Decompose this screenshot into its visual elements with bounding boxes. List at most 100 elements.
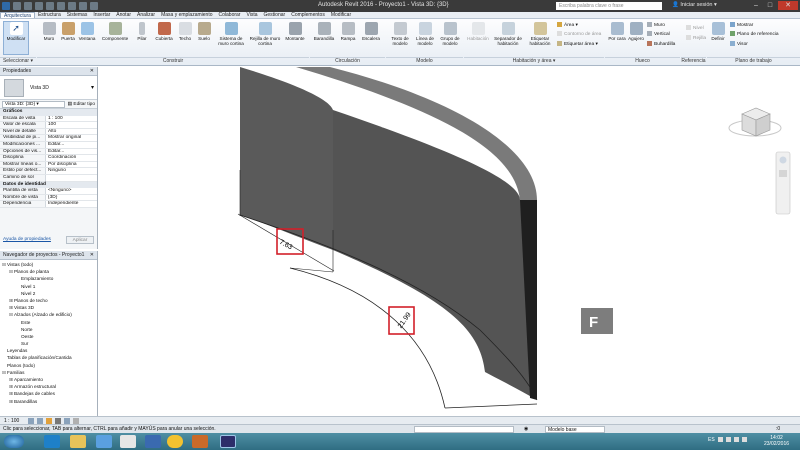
close-icon[interactable]: ✕ [90, 251, 94, 260]
type-selector[interactable]: Vista 3D ▾ [0, 76, 97, 100]
clock[interactable]: 14:02 23/02/2016 [764, 435, 789, 447]
column-button[interactable]: Pilar [134, 22, 150, 41]
property-value[interactable]: Ninguno [45, 168, 97, 174]
flag-icon[interactable] [726, 437, 731, 442]
maximize-button[interactable]: □ [764, 1, 776, 10]
instance-selector[interactable]: Vista 3D: {3D} ▾ [2, 100, 65, 108]
browser-node[interactable]: Oeste [2, 333, 95, 340]
modify-button[interactable]: ➚ Modificar [3, 21, 29, 55]
property-value[interactable]: Mostrar original [45, 135, 97, 141]
network-icon[interactable] [734, 437, 739, 442]
curtain-grid-button[interactable]: Rejilla de muro cortina [249, 22, 281, 46]
browser-node[interactable]: Sur [2, 340, 95, 347]
tab-colaborar[interactable]: Colaborar [216, 12, 244, 18]
grid-button[interactable]: Rejilla [686, 35, 706, 41]
chrome-icon[interactable] [167, 435, 183, 448]
roof-button[interactable]: Cubierta [153, 22, 175, 41]
login-button[interactable]: 👤 Iniciar sesión ▾ [672, 2, 717, 8]
wall-opening-button[interactable]: Muro [647, 22, 665, 28]
undo-icon[interactable] [35, 2, 43, 10]
zoom-icon[interactable] [779, 170, 787, 177]
3d-view-canvas[interactable]: 7.63 21.99 F [99, 67, 800, 416]
3d-view-icon[interactable] [90, 2, 98, 10]
browser-node[interactable]: Emplazamiento [2, 275, 95, 282]
ramp-button[interactable]: Rampa [338, 22, 358, 41]
browser-node[interactable]: ⊞Armazón estructural [2, 383, 95, 390]
player-icon[interactable] [120, 435, 136, 448]
by-face-button[interactable]: Por cara [608, 22, 626, 41]
area-button[interactable]: Área ▾ [557, 22, 578, 28]
app-menu-icon[interactable] [2, 2, 10, 10]
start-button[interactable] [4, 435, 24, 448]
tag-room-button[interactable]: Etiquetar habitación [525, 22, 555, 46]
browser-node[interactable]: Norte [2, 326, 95, 333]
print-icon[interactable] [57, 2, 65, 10]
browser-node[interactable]: ⊞Planos de techo [2, 297, 95, 304]
volume-icon[interactable] [742, 437, 747, 442]
revit-taskbar-icon[interactable] [220, 435, 236, 448]
tab-estructura[interactable]: Estructura [35, 12, 64, 18]
property-value[interactable]: 1 : 100 [45, 115, 97, 122]
save-icon[interactable] [24, 2, 32, 10]
tab-gestionar[interactable]: Gestionar [261, 12, 289, 18]
shaft-button[interactable]: Agujero [626, 22, 646, 41]
viewer-button[interactable]: Visor [730, 41, 748, 47]
measure-icon[interactable] [68, 2, 76, 10]
model-group-button[interactable]: Grupo de modelo [438, 22, 462, 46]
stair-button[interactable]: Escalera [360, 22, 382, 41]
search-input[interactable]: Escriba palabra clave o frase [556, 2, 662, 10]
group-room-area[interactable]: Habitación y área ▾ [464, 57, 604, 64]
level-button[interactable]: Nivel [686, 25, 704, 31]
room-button[interactable]: Habitación [465, 22, 491, 41]
browser-node[interactable]: ⊞Vistas 3D [2, 304, 95, 311]
property-value[interactable]: {3D} [45, 194, 97, 201]
word-icon[interactable] [145, 435, 161, 448]
browser-node[interactable]: ⊞Bandejas de cables [2, 390, 95, 397]
tab-complementos[interactable]: Complementos [288, 12, 328, 18]
tag-area-button[interactable]: Etiquetar área ▾ [557, 41, 598, 47]
dimension-label-1[interactable]: 7.63 [278, 239, 293, 252]
properties-help-link[interactable]: Ayuda de propiedades [3, 237, 51, 242]
show-workplane-button[interactable]: Mostrar [730, 22, 753, 28]
tab-arquitectura[interactable]: Arquitectura [0, 12, 35, 19]
workset-selector[interactable] [414, 426, 514, 433]
property-value[interactable]: Editar... [45, 141, 97, 148]
browser-node[interactable]: ⊞Aparcamiento [2, 376, 95, 383]
tab-analizar[interactable]: Analizar [134, 12, 158, 18]
floor-button[interactable]: Suelo [195, 22, 213, 41]
file-explorer-icon[interactable] [70, 435, 86, 448]
language-indicator[interactable]: ES [708, 437, 715, 443]
group-select[interactable]: Seleccionar ▾ [0, 57, 36, 64]
browser-node[interactable]: ⊟Planos de planta [2, 268, 95, 275]
ie-icon[interactable] [44, 435, 60, 448]
vertical-opening-button[interactable]: Vertical [647, 31, 670, 37]
tab-vista[interactable]: Vista [243, 12, 260, 18]
close-icon[interactable]: ✕ [90, 67, 94, 76]
ref-plane-button[interactable]: Plano de referencia [730, 31, 779, 37]
ceiling-button[interactable]: Techo [177, 22, 193, 41]
area-boundary-button[interactable]: Contorno de área [557, 31, 601, 37]
browser-node[interactable]: Tablas de planificación/Cantida [2, 354, 95, 361]
property-value[interactable]: Editar... [45, 148, 97, 155]
property-value[interactable]: Por disciplina [45, 161, 97, 168]
browser-node[interactable]: ⊟Alzados (Alzado de edificio) [2, 311, 95, 318]
model-line-button[interactable]: Línea de modelo [413, 22, 437, 46]
dormer-button[interactable]: Buhardilla [647, 41, 675, 47]
model-viewport[interactable]: 7.63 21.99 F [99, 67, 800, 416]
close-button[interactable]: ✕ [778, 1, 798, 10]
set-workplane-button[interactable]: Definir [708, 22, 728, 41]
browser-node[interactable]: Este [2, 319, 95, 326]
browser-node[interactable]: ⊟Vistas (todo) [2, 261, 95, 268]
apply-button[interactable]: Aplicar [66, 236, 94, 244]
steering-wheel-icon[interactable] [779, 156, 787, 164]
property-value[interactable]: Alto [45, 128, 97, 135]
app-icon[interactable] [192, 435, 208, 448]
browser-node[interactable]: Nivel 2 [2, 290, 95, 297]
dropbox-icon[interactable] [96, 435, 112, 448]
browser-node[interactable]: Nivel 1 [2, 283, 95, 290]
component-button[interactable]: Componente [100, 22, 130, 41]
mullion-button[interactable]: Montante [283, 22, 307, 41]
property-value[interactable]: <Ninguno> [45, 188, 97, 194]
curtain-system-button[interactable]: Sistema de muro cortina [216, 22, 246, 46]
wall-button[interactable]: Muro [40, 22, 58, 41]
